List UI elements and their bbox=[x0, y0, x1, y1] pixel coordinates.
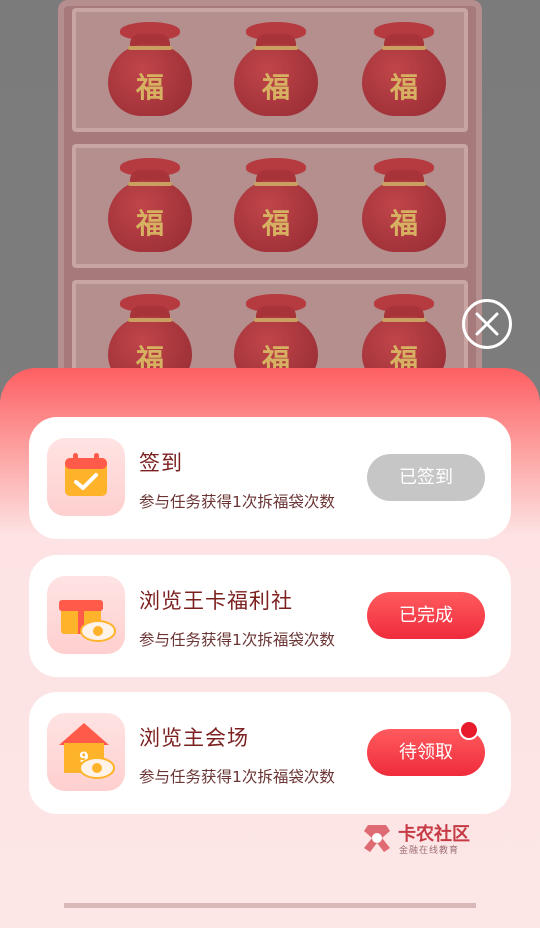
task-title: 浏览主会场 bbox=[139, 726, 249, 750]
lucky-bag: 福 bbox=[358, 20, 450, 116]
checked-in-button[interactable]: 已签到 bbox=[367, 454, 485, 501]
shelf-row-1: 福 福 福 bbox=[72, 8, 468, 132]
lucky-bag: 福 bbox=[230, 156, 322, 252]
shelf-row-2: 福 福 福 bbox=[72, 144, 468, 268]
bottom-edge-strip bbox=[64, 903, 476, 908]
lucky-bag: 福 bbox=[230, 20, 322, 116]
lucky-bag: 福 bbox=[104, 156, 196, 252]
lucky-bag: 福 bbox=[358, 156, 450, 252]
lucky-bag-cabinet: 福 福 福 福 福 福 福 福 福 bbox=[58, 0, 482, 420]
calendar-check-icon bbox=[47, 438, 125, 516]
task-description: 参与任务获得1次拆福袋次数 bbox=[139, 493, 335, 511]
task-description: 参与任务获得1次拆福袋次数 bbox=[139, 768, 335, 786]
close-button[interactable] bbox=[462, 299, 512, 349]
watermark-subtitle: 金融在线教育 bbox=[399, 846, 460, 856]
gift-eye-icon bbox=[47, 576, 125, 654]
lucky-bag: 福 bbox=[104, 20, 196, 116]
task-card-browse-main-venue: 9 浏览主会场 参与任务获得1次拆福袋次数 待领取 bbox=[29, 692, 511, 814]
task-title: 浏览王卡福利社 bbox=[139, 589, 293, 613]
kanong-logo-icon bbox=[364, 825, 390, 852]
completed-button[interactable]: 已完成 bbox=[367, 592, 485, 639]
close-icon bbox=[475, 312, 499, 336]
task-title: 签到 bbox=[139, 451, 183, 475]
house-nine-eye-icon: 9 bbox=[47, 713, 125, 791]
task-card-browse-wangka: 浏览王卡福利社 参与任务获得1次拆福袋次数 已完成 bbox=[29, 555, 511, 677]
task-card-checkin: 签到 参与任务获得1次拆福袋次数 已签到 bbox=[29, 417, 511, 539]
task-description: 参与任务获得1次拆福袋次数 bbox=[139, 631, 335, 649]
watermark: 卡农社区 金融在线教育 bbox=[360, 819, 490, 859]
notification-dot bbox=[459, 720, 479, 740]
